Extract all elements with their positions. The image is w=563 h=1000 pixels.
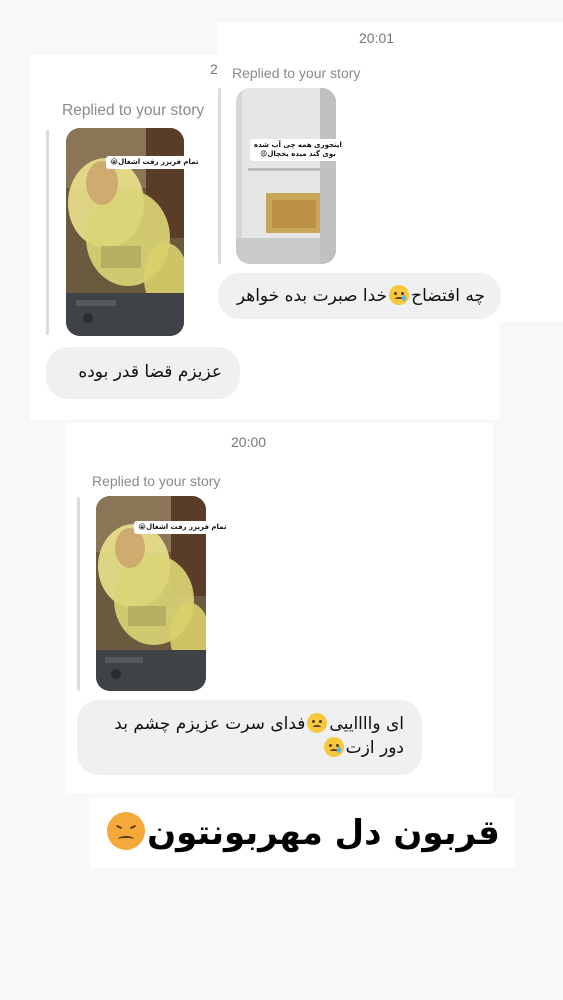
message-bubble[interactable]: چه افتضاح خدا صبرت بده خواهر xyxy=(218,273,501,319)
message-text: چه افتضاح xyxy=(411,286,485,306)
overlay-caption: قربون دل مهربونتون xyxy=(90,798,515,868)
replied-to-story-label: Replied to your story xyxy=(62,102,205,119)
reply-quote-bar xyxy=(46,130,49,335)
frowning-face-emoji-icon xyxy=(307,713,328,733)
story-caption: اینجوری همه چی آب شده بوی گند میده یخچال… xyxy=(250,139,346,161)
sad-tear-emoji-icon xyxy=(389,285,410,305)
message-timestamp: 20:01 xyxy=(359,30,395,46)
message-timestamp: 2 xyxy=(210,61,218,77)
replied-to-story-label: Replied to your story xyxy=(92,473,221,489)
sad-tear-emoji-icon xyxy=(323,737,344,757)
message-text: خدا صبرت بده خواهر xyxy=(236,286,388,306)
message-bubble[interactable]: عزیزم قضا قدر بوده xyxy=(46,347,240,399)
message-line: ای وااااییی فدای سرت عزیزم چشم بد xyxy=(95,712,404,736)
message-line: دور ازت xyxy=(95,736,404,760)
message-timestamp: 20:00 xyxy=(231,434,267,450)
message-text: دور ازت xyxy=(345,738,404,758)
story-caption: تمام فریزر رفت اشغال😭 xyxy=(106,156,203,169)
message-text: فدای سرت عزیزم چشم بد xyxy=(114,714,306,734)
replied-to-story-label: Replied to your story xyxy=(232,65,361,81)
message-bubble[interactable]: ای وااااییی فدای سرت عزیزم چشم بد دور ازت xyxy=(77,700,422,775)
screenshot-card-right: 20:01 Replied to your story اینجوری همه … xyxy=(218,22,563,322)
screenshot-card-bottom: 20:00 Replied to your story تمام فریزر ر… xyxy=(66,423,493,793)
story-caption-line: اینجوری همه چی آب شده xyxy=(254,141,342,149)
story-caption: تمام فریزر رفت اشغال😭 xyxy=(134,521,231,534)
fridge-interior-image xyxy=(236,88,336,264)
reply-quote-bar xyxy=(218,88,221,264)
confounded-face-emoji-icon xyxy=(107,812,146,850)
story-caption-line: بوی گند میده یخچال😩 xyxy=(260,150,336,158)
message-text: عزیزم قضا قدر بوده xyxy=(78,362,222,382)
message-text: ای وااااییی xyxy=(329,714,404,734)
overlay-caption-text: قربون دل مهربونتون xyxy=(147,813,500,853)
reply-quote-bar xyxy=(77,497,80,691)
story-thumbnail-fridge[interactable] xyxy=(236,88,336,264)
